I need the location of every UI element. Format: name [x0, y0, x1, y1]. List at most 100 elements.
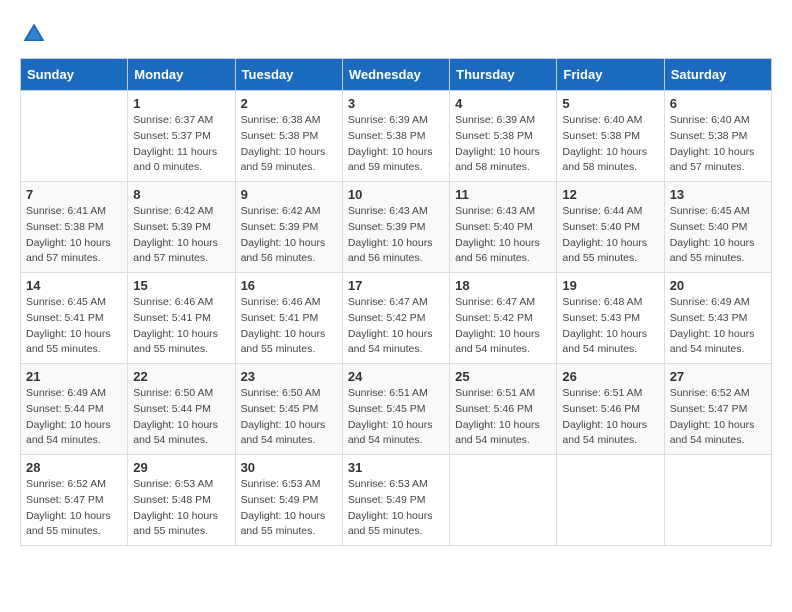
day-detail: Sunrise: 6:39 AMSunset: 5:38 PMDaylight:… [455, 113, 551, 176]
day-detail: Sunrise: 6:47 AMSunset: 5:42 PMDaylight:… [455, 295, 551, 358]
calendar-cell: 22 Sunrise: 6:50 AMSunset: 5:44 PMDayligh… [128, 364, 235, 455]
calendar-cell: 20Sunrise: 6:49 AMSunset: 5:43 PMDayligh… [664, 273, 771, 364]
calendar-cell: 6 Sunrise: 6:40 AMSunset: 5:38 PMDaylight… [664, 91, 771, 182]
day-detail: Sunrise: 6:37 AMSunset: 5:37 PMDaylight:… [133, 113, 229, 176]
day-number: 4 [455, 96, 551, 111]
weekday-header-friday: Friday [557, 59, 664, 91]
day-number: 30 [241, 460, 337, 475]
day-number: 5 [562, 96, 658, 111]
calendar-week-row: 28 Sunrise: 6:52 AMSunset: 5:47 PMDayligh… [21, 455, 772, 546]
calendar-cell: 23 Sunrise: 6:50 AMSunset: 5:45 PMDayligh… [235, 364, 342, 455]
calendar-cell: 31 Sunrise: 6:53 AMSunset: 5:49 PMDayligh… [342, 455, 449, 546]
calendar-week-row: 21Sunrise: 6:49 AMSunset: 5:44 PMDayligh… [21, 364, 772, 455]
day-number: 12 [562, 187, 658, 202]
day-number: 23 [241, 369, 337, 384]
day-detail: Sunrise: 6:45 AMSunset: 5:41 PMDaylight:… [26, 295, 122, 358]
calendar-cell: 13 Sunrise: 6:45 AMSunset: 5:40 PMDayligh… [664, 182, 771, 273]
weekday-header-wednesday: Wednesday [342, 59, 449, 91]
day-detail: Sunrise: 6:44 AMSunset: 5:40 PMDaylight:… [562, 204, 658, 267]
day-number: 10 [348, 187, 444, 202]
day-number: 25 [455, 369, 551, 384]
day-detail: Sunrise: 6:40 AMSunset: 5:38 PMDaylight:… [670, 113, 766, 176]
day-number: 24 [348, 369, 444, 384]
day-number: 14 [26, 278, 122, 293]
calendar-cell: 10 Sunrise: 6:43 AMSunset: 5:39 PMDayligh… [342, 182, 449, 273]
calendar-cell: 3Sunrise: 6:39 AMSunset: 5:38 PMDaylight… [342, 91, 449, 182]
day-detail: Sunrise: 6:42 AMSunset: 5:39 PMDaylight:… [241, 204, 337, 267]
day-number: 6 [670, 96, 766, 111]
day-detail: Sunrise: 6:53 AMSunset: 5:48 PMDaylight:… [133, 477, 229, 540]
calendar-cell: 21Sunrise: 6:49 AMSunset: 5:44 PMDayligh… [21, 364, 128, 455]
day-number: 27 [670, 369, 766, 384]
calendar-cell: 11 Sunrise: 6:43 AMSunset: 5:40 PMDayligh… [450, 182, 557, 273]
day-detail: Sunrise: 6:43 AMSunset: 5:40 PMDaylight:… [455, 204, 551, 267]
calendar-cell: 18 Sunrise: 6:47 AMSunset: 5:42 PMDayligh… [450, 273, 557, 364]
day-detail: Sunrise: 6:43 AMSunset: 5:39 PMDaylight:… [348, 204, 444, 267]
day-detail: Sunrise: 6:51 AMSunset: 5:45 PMDaylight:… [348, 386, 444, 449]
day-detail: Sunrise: 6:49 AMSunset: 5:43 PMDaylight:… [670, 295, 766, 358]
calendar-cell: 27 Sunrise: 6:52 AMSunset: 5:47 PMDayligh… [664, 364, 771, 455]
calendar-body: 1 Sunrise: 6:37 AMSunset: 5:37 PMDaylight… [21, 91, 772, 546]
calendar-cell: 24 Sunrise: 6:51 AMSunset: 5:45 PMDayligh… [342, 364, 449, 455]
day-number: 11 [455, 187, 551, 202]
page-header [20, 20, 772, 48]
day-number: 18 [455, 278, 551, 293]
calendar-week-row: 14 Sunrise: 6:45 AMSunset: 5:41 PMDayligh… [21, 273, 772, 364]
calendar-cell: 1 Sunrise: 6:37 AMSunset: 5:37 PMDaylight… [128, 91, 235, 182]
weekday-header-thursday: Thursday [450, 59, 557, 91]
day-detail: Sunrise: 6:46 AMSunset: 5:41 PMDaylight:… [241, 295, 337, 358]
calendar-cell: 5 Sunrise: 6:40 AMSunset: 5:38 PMDaylight… [557, 91, 664, 182]
calendar-cell: 29 Sunrise: 6:53 AMSunset: 5:48 PMDayligh… [128, 455, 235, 546]
calendar-cell: 9Sunrise: 6:42 AMSunset: 5:39 PMDaylight… [235, 182, 342, 273]
day-number: 2 [241, 96, 337, 111]
calendar-cell: 26Sunrise: 6:51 AMSunset: 5:46 PMDayligh… [557, 364, 664, 455]
weekday-header-monday: Monday [128, 59, 235, 91]
calendar-cell [450, 455, 557, 546]
day-number: 8 [133, 187, 229, 202]
calendar-cell: 28 Sunrise: 6:52 AMSunset: 5:47 PMDayligh… [21, 455, 128, 546]
calendar-cell: 7Sunrise: 6:41 AMSunset: 5:38 PMDaylight… [21, 182, 128, 273]
day-detail: Sunrise: 6:48 AMSunset: 5:43 PMDaylight:… [562, 295, 658, 358]
day-number: 21 [26, 369, 122, 384]
day-detail: Sunrise: 6:39 AMSunset: 5:38 PMDaylight:… [348, 113, 444, 176]
calendar-week-row: 1 Sunrise: 6:37 AMSunset: 5:37 PMDaylight… [21, 91, 772, 182]
calendar-cell: 14 Sunrise: 6:45 AMSunset: 5:41 PMDayligh… [21, 273, 128, 364]
calendar-cell: 12 Sunrise: 6:44 AMSunset: 5:40 PMDayligh… [557, 182, 664, 273]
day-number: 1 [133, 96, 229, 111]
calendar-cell: 8 Sunrise: 6:42 AMSunset: 5:39 PMDaylight… [128, 182, 235, 273]
calendar-cell: 30 Sunrise: 6:53 AMSunset: 5:49 PMDayligh… [235, 455, 342, 546]
day-detail: Sunrise: 6:51 AMSunset: 5:46 PMDaylight:… [455, 386, 551, 449]
calendar-cell [664, 455, 771, 546]
calendar-cell: 4 Sunrise: 6:39 AMSunset: 5:38 PMDaylight… [450, 91, 557, 182]
calendar-table: SundayMondayTuesdayWednesdayThursdayFrid… [20, 58, 772, 546]
day-detail: Sunrise: 6:46 AMSunset: 5:41 PMDaylight:… [133, 295, 229, 358]
day-detail: Sunrise: 6:53 AMSunset: 5:49 PMDaylight:… [241, 477, 337, 540]
logo [20, 20, 52, 48]
calendar-cell: 16 Sunrise: 6:46 AMSunset: 5:41 PMDayligh… [235, 273, 342, 364]
day-number: 16 [241, 278, 337, 293]
day-detail: Sunrise: 6:50 AMSunset: 5:44 PMDaylight:… [133, 386, 229, 449]
day-number: 13 [670, 187, 766, 202]
day-number: 7 [26, 187, 122, 202]
day-detail: Sunrise: 6:53 AMSunset: 5:49 PMDaylight:… [348, 477, 444, 540]
day-detail: Sunrise: 6:50 AMSunset: 5:45 PMDaylight:… [241, 386, 337, 449]
weekday-header-tuesday: Tuesday [235, 59, 342, 91]
day-number: 28 [26, 460, 122, 475]
day-number: 29 [133, 460, 229, 475]
weekday-header-sunday: Sunday [21, 59, 128, 91]
day-detail: Sunrise: 6:45 AMSunset: 5:40 PMDaylight:… [670, 204, 766, 267]
calendar-cell: 25 Sunrise: 6:51 AMSunset: 5:46 PMDayligh… [450, 364, 557, 455]
weekday-header-saturday: Saturday [664, 59, 771, 91]
day-detail: Sunrise: 6:42 AMSunset: 5:39 PMDaylight:… [133, 204, 229, 267]
day-number: 31 [348, 460, 444, 475]
weekday-header-row: SundayMondayTuesdayWednesdayThursdayFrid… [21, 59, 772, 91]
day-detail: Sunrise: 6:52 AMSunset: 5:47 PMDaylight:… [670, 386, 766, 449]
calendar-cell: 2Sunrise: 6:38 AMSunset: 5:38 PMDaylight… [235, 91, 342, 182]
calendar-cell [21, 91, 128, 182]
day-number: 19 [562, 278, 658, 293]
calendar-header: SundayMondayTuesdayWednesdayThursdayFrid… [21, 59, 772, 91]
day-number: 17 [348, 278, 444, 293]
day-number: 22 [133, 369, 229, 384]
day-detail: Sunrise: 6:40 AMSunset: 5:38 PMDaylight:… [562, 113, 658, 176]
day-detail: Sunrise: 6:52 AMSunset: 5:47 PMDaylight:… [26, 477, 122, 540]
